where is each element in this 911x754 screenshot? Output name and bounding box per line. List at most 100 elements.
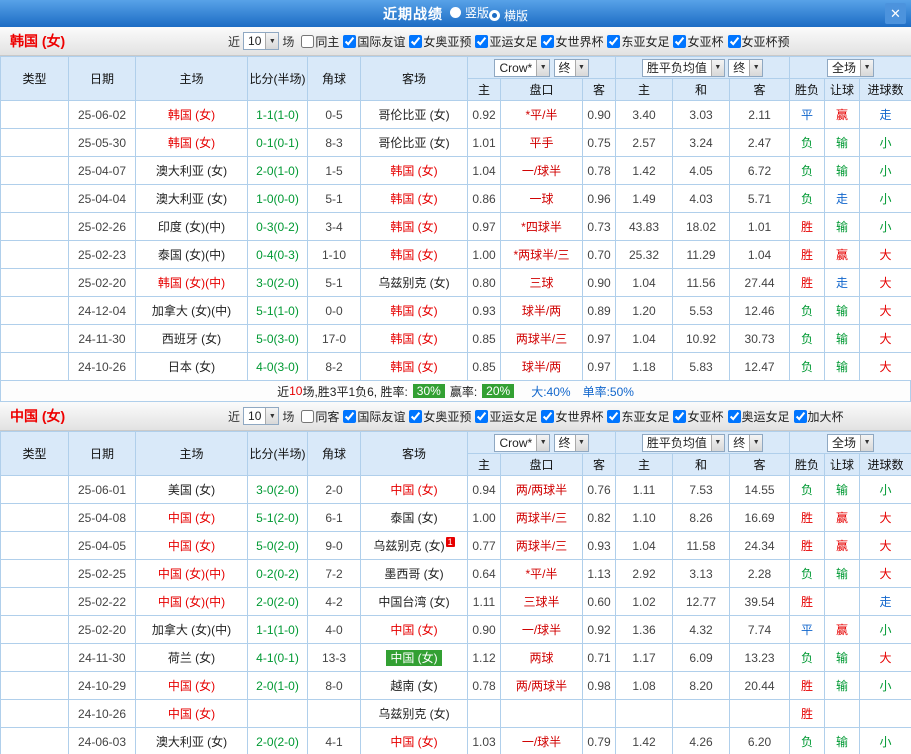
match-type-badge[interactable]: 国际友谊 [0,100,69,129]
filter-checkbox-label: 同主 [315,34,340,49]
match-type-badge[interactable]: 国际友谊 [0,324,69,353]
checkbox-input[interactable] [541,34,555,48]
match-type-badge[interactable]: 国际友谊 [0,352,69,381]
match-type-badge[interactable]: 国际友谊 [0,240,69,269]
sub-col-header: 盘口 [500,453,583,476]
handicap-odds-away: 0.98 [581,671,617,700]
match-type-badge[interactable]: 国际友谊 [0,727,69,754]
result-win-draw-loss: 平 [789,100,826,129]
home-team: 加拿大 (女)(中) [135,615,248,644]
checkbox-input[interactable] [301,34,315,48]
match-type-badge[interactable]: 国际友谊 [0,475,69,504]
match-date: 25-02-20 [68,615,136,644]
filter-checkbox[interactable]: 同客 [301,408,339,425]
handicap-odds-group: Crow* ▼ 终 ▼ [466,431,617,454]
checkbox-input[interactable] [409,34,423,48]
match-type-badge[interactable]: 国际友谊 [0,503,69,532]
checkbox-input[interactable] [409,409,423,423]
filter-checkbox[interactable]: 女亚杯 [673,33,724,50]
home-team: 澳大利亚 (女) [135,727,248,754]
checkbox-input[interactable] [673,409,687,423]
handicap-line [500,699,583,728]
filter-checkbox[interactable]: 奥运女足 [727,408,790,425]
filter-checkbox[interactable]: 加大杯 [793,408,844,425]
filter-checkbox[interactable]: 国际友谊 [343,408,405,425]
final-avg-select[interactable]: 终 ▼ [728,433,764,452]
match-type-badge[interactable]: 国际友谊 [0,699,69,728]
result-handicap [824,699,861,728]
avg-odds-select[interactable]: 胜平负均值 ▼ [641,58,725,77]
avg-odds-select[interactable]: 胜平负均值 ▼ [641,433,725,452]
result-goals: 小 [859,671,911,700]
filter-checkbox[interactable]: 女奥亚预 [409,408,471,425]
checkbox-input[interactable] [475,409,489,423]
final-odds-select[interactable]: 终 ▼ [553,58,589,77]
match-type-badge[interactable]: 国际友谊 [0,156,69,185]
filter-checkbox[interactable]: 同主 [301,33,339,50]
filter-checkbox[interactable]: 亚运女足 [475,33,537,50]
result-goals: 大 [859,643,911,672]
match-type-badge[interactable]: 国际友谊 [0,559,69,588]
score-halftime: 0-4(0-3) [247,240,308,269]
away-team: 中国 (女) [360,615,468,644]
match-type-badge[interactable]: 国际友谊 [0,671,69,700]
match-type-badge[interactable]: 国际友谊 [0,643,69,672]
odds-source-select[interactable]: Crow* ▼ [494,58,551,77]
win-rate-badge: 30% [412,384,445,398]
match-type-badge[interactable]: 国际友谊 [0,212,69,241]
checkbox-input[interactable] [475,34,489,48]
avg-away-odds: 16.69 [729,503,791,532]
match-count-select[interactable]: 10 ▼ [243,407,280,425]
checkbox-input[interactable] [727,409,741,423]
checkbox-input[interactable] [343,409,357,423]
away-team: 韩国 (女) [360,296,468,325]
result-handicap: 输 [824,727,861,754]
filter-checkbox[interactable]: 女亚杯预 [727,33,790,50]
final-odds-select[interactable]: 终 ▼ [553,433,589,452]
match-type-badge[interactable]: 国际友谊 [0,184,69,213]
avg-draw-odds: 3.03 [672,100,731,129]
odds-source-select[interactable]: Crow* ▼ [494,433,551,452]
close-icon[interactable]: ✕ [885,3,906,24]
layout-radio[interactable]: 竖版 [449,4,489,21]
avg-draw-odds: 18.02 [672,212,731,241]
filter-checkbox[interactable]: 东亚女足 [607,33,669,50]
handicap-odds-home: 1.00 [467,240,501,269]
match-type-badge[interactable]: 国际友谊 [0,296,69,325]
profit-rate-badge: 20% [482,384,515,398]
away-team-name: 越南 (女) [390,679,438,693]
filter-checkbox[interactable]: 女亚杯 [673,408,724,425]
score-halftime: 0-3(0-2) [247,212,308,241]
checkbox-input[interactable] [607,409,621,423]
filter-checkbox[interactable]: 国际友谊 [343,33,405,50]
filter-checkbox[interactable]: 女世界杯 [541,33,603,50]
match-type-badge[interactable]: 国际友谊 [0,268,69,297]
sub-col-header: 和 [672,78,731,101]
avg-odds-group: 胜平负均值 ▼ 终 ▼ [615,431,791,454]
checkbox-input[interactable] [673,34,687,48]
final-avg-select[interactable]: 终 ▼ [728,58,764,77]
checkbox-input[interactable] [301,409,315,423]
full-match-select[interactable]: 全场 ▼ [827,433,875,452]
checkbox-input[interactable] [727,34,741,48]
checkbox-input[interactable] [541,409,555,423]
match-count-select[interactable]: 10 ▼ [243,32,280,50]
match-type-badge[interactable]: 国际友谊 [0,128,69,157]
away-team: 韩国 (女) [360,324,468,353]
handicap-line: 两/两球半 [500,475,583,504]
checkbox-input[interactable] [343,34,357,48]
away-team-name: 韩国 (女) [390,248,438,262]
checkbox-input[interactable] [793,409,807,423]
match-type-badge[interactable]: 国际友谊 [0,587,69,616]
match-type-badge[interactable]: 国际友谊 [0,531,69,560]
corners: 6-1 [307,503,361,532]
result-handicap: 走 [824,184,861,213]
filter-checkbox[interactable]: 女奥亚预 [409,33,471,50]
filter-checkbox[interactable]: 女世界杯 [541,408,603,425]
full-match-select[interactable]: 全场 ▼ [827,58,875,77]
checkbox-input[interactable] [607,34,621,48]
filter-checkbox[interactable]: 东亚女足 [607,408,669,425]
match-type-badge[interactable]: 国际友谊 [0,615,69,644]
filter-checkbox[interactable]: 亚运女足 [475,408,537,425]
layout-radio[interactable]: 横版 [489,7,528,24]
